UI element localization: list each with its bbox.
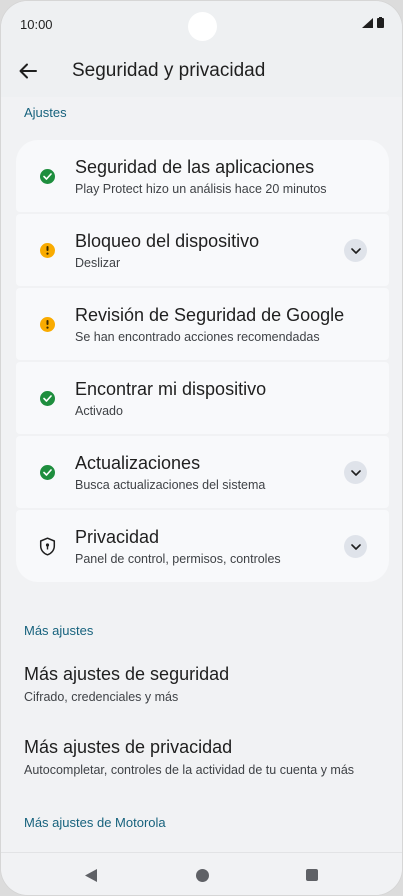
- updates-item[interactable]: Actualizaciones Busca actualizaciones de…: [16, 436, 389, 508]
- more-security-settings-item[interactable]: Más ajustes de seguridad Cifrado, creden…: [24, 664, 394, 704]
- exclamation-circle-icon: [40, 243, 55, 258]
- signal-icon: [362, 17, 373, 28]
- item-title: Actualizaciones: [75, 453, 201, 473]
- check-circle-icon: [40, 169, 55, 184]
- back-button[interactable]: [14, 57, 42, 85]
- shield-icon: [39, 537, 56, 556]
- item-subtitle: Deslizar: [75, 256, 121, 270]
- item-subtitle: Play Protect hizo un análisis hace 20 mi…: [75, 182, 327, 196]
- nav-recents-icon[interactable]: [306, 869, 318, 881]
- exclamation-circle-icon: [40, 317, 55, 332]
- item-title: Privacidad: [75, 527, 160, 547]
- check-circle-icon: [40, 465, 55, 480]
- app-bar: Seguridad y privacidad: [1, 47, 402, 97]
- item-subtitle: Activado: [75, 404, 123, 418]
- section-header-motorola: Más ajustes de Motorola: [24, 815, 166, 830]
- item-title: Seguridad de las aplicaciones: [75, 157, 315, 177]
- expand-button[interactable]: [344, 461, 367, 484]
- camera-cutout: [188, 12, 217, 41]
- expand-button[interactable]: [344, 535, 367, 558]
- chevron-down-icon: [350, 469, 361, 476]
- device-lock-item[interactable]: Bloqueo del dispositivo Deslizar: [16, 214, 389, 286]
- status-bar: 10:00: [1, 1, 402, 47]
- item-subtitle: Autocompletar, controles de la actividad…: [24, 763, 355, 777]
- chevron-down-icon: [350, 247, 361, 254]
- more-privacy-settings-item[interactable]: Más ajustes de privacidad Autocompletar,…: [24, 737, 394, 777]
- find-my-device-item[interactable]: Encontrar mi dispositivo Activado: [16, 362, 389, 434]
- privacy-item[interactable]: Privacidad Panel de control, permisos, c…: [16, 510, 389, 582]
- app-security-item[interactable]: Seguridad de las aplicaciones Play Prote…: [16, 140, 389, 212]
- nav-back-icon[interactable]: [85, 869, 97, 882]
- item-subtitle: Busca actualizaciones del sistema: [75, 478, 266, 492]
- google-security-checkup-item[interactable]: Revisión de Seguridad de Google Se han e…: [16, 288, 389, 360]
- section-header-settings: Ajustes: [24, 105, 67, 120]
- item-title: Más ajustes de seguridad: [24, 664, 230, 684]
- section-header-more: Más ajustes: [24, 623, 94, 638]
- check-circle-icon: [40, 391, 55, 406]
- phone-screen: 10:00 Seguridad y privacidad Ajustes Seg…: [0, 0, 403, 896]
- status-time: 10:00: [20, 17, 53, 32]
- system-nav-bar: [1, 852, 402, 895]
- chevron-down-icon: [350, 543, 361, 550]
- arrow-back-icon: [19, 63, 37, 79]
- item-subtitle: Se han encontrado acciones recomendadas: [75, 330, 320, 344]
- nav-home-icon[interactable]: [196, 869, 209, 882]
- status-icons: [362, 17, 384, 28]
- item-title: Revisión de Seguridad de Google: [75, 305, 345, 325]
- item-title: Más ajustes de privacidad: [24, 737, 233, 757]
- item-title: Bloqueo del dispositivo: [75, 231, 260, 251]
- item-subtitle: Cifrado, credenciales y más: [24, 690, 179, 704]
- item-title: Encontrar mi dispositivo: [75, 379, 267, 399]
- expand-button[interactable]: [344, 239, 367, 262]
- settings-card-group: Seguridad de las aplicaciones Play Prote…: [16, 140, 389, 583]
- item-subtitle: Panel de control, permisos, controles: [75, 552, 281, 566]
- page-title: Seguridad y privacidad: [72, 60, 266, 81]
- battery-icon: [377, 17, 384, 28]
